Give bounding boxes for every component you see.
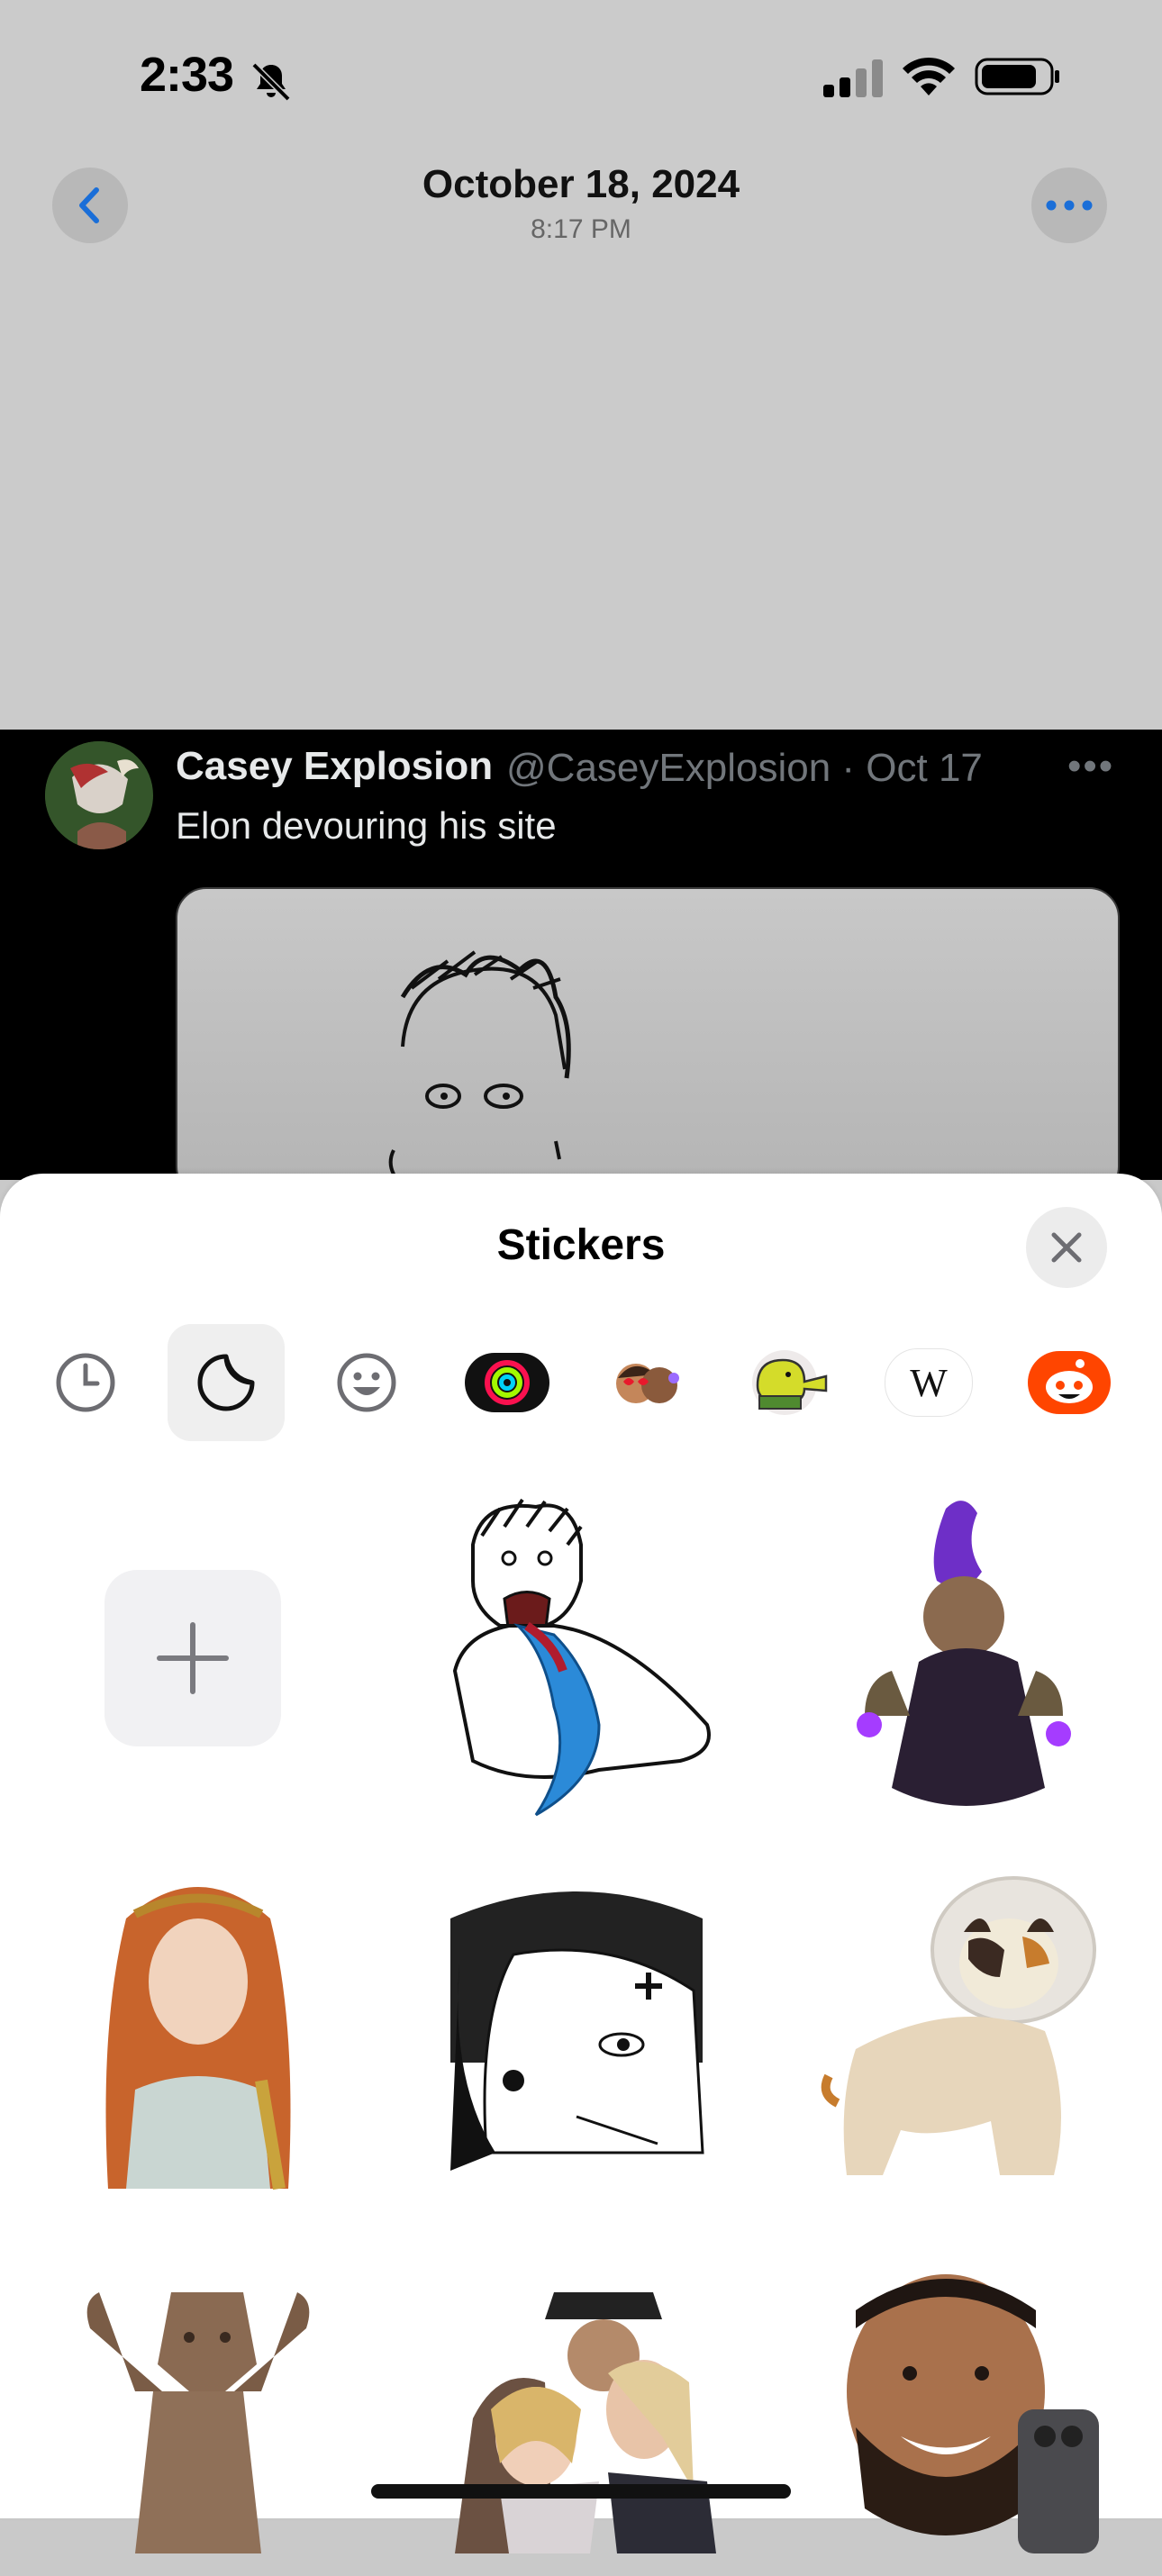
tweet-media-image bbox=[176, 887, 1120, 1197]
reddit-icon bbox=[1028, 1351, 1111, 1414]
ellipsis-icon bbox=[1046, 200, 1093, 211]
plus-icon bbox=[157, 1622, 229, 1694]
photo-date-title: October 18, 2024 bbox=[422, 162, 740, 206]
warlock-gnome-sticker[interactable] bbox=[793, 1486, 1135, 1828]
cone-cat-image bbox=[821, 1876, 1096, 2175]
battery-icon bbox=[975, 58, 1059, 95]
clay-figure-image bbox=[86, 2292, 310, 2553]
tab-doodle-jump[interactable] bbox=[730, 1324, 847, 1441]
tweet-more-icon: ••• bbox=[1067, 744, 1115, 788]
tweet-text: Elon devouring his site bbox=[176, 804, 557, 847]
clay-figure-sticker[interactable] bbox=[27, 2234, 369, 2576]
redhead-portrait-image bbox=[105, 1887, 291, 2191]
selfie-man-image bbox=[847, 2274, 1099, 2553]
tweet-author-name: Casey Explosion bbox=[176, 744, 494, 788]
tweet-handle-date: @CaseyExplosion · Oct 17 bbox=[506, 746, 983, 790]
tab-memoji[interactable] bbox=[589, 1324, 706, 1441]
recents-icon bbox=[56, 1353, 115, 1412]
sketch-face-image bbox=[388, 950, 571, 1188]
sheet-title: Stickers bbox=[496, 1221, 666, 1269]
sticker-category-tabs: W bbox=[0, 1324, 1162, 1441]
group-photo-image bbox=[455, 2292, 716, 2553]
tab-wikipedia[interactable]: W bbox=[870, 1324, 987, 1441]
wifi-icon bbox=[903, 57, 955, 95]
activity-rings-icon bbox=[465, 1353, 549, 1412]
silent-mode-icon bbox=[251, 62, 291, 102]
wikipedia-letter: W bbox=[910, 1360, 948, 1405]
tab-reddit[interactable] bbox=[1011, 1324, 1128, 1441]
warlock-gnome-image bbox=[857, 1501, 1071, 1806]
close-button[interactable] bbox=[1026, 1207, 1107, 1288]
tab-emoji[interactable] bbox=[308, 1324, 425, 1441]
elon-sketch-sticker[interactable] bbox=[410, 1486, 752, 1828]
wikipedia-icon: W bbox=[885, 1348, 973, 1417]
manga-character-image bbox=[450, 1891, 704, 2171]
group-photo-sticker[interactable] bbox=[410, 2234, 752, 2576]
close-icon bbox=[1051, 1232, 1082, 1263]
cellular-signal-icon bbox=[823, 59, 883, 97]
tab-stickers[interactable] bbox=[168, 1324, 285, 1441]
memoji-icon bbox=[616, 1364, 679, 1403]
avatar-image bbox=[45, 741, 153, 849]
elon-sketch-image bbox=[452, 1498, 711, 1817]
photo-time-subtitle: 8:17 PM bbox=[531, 214, 631, 244]
selfie-man-sticker[interactable] bbox=[793, 2234, 1135, 2576]
add-sticker-button[interactable] bbox=[104, 1570, 281, 1746]
manga-character-sticker[interactable] bbox=[410, 1860, 752, 2202]
tab-recents[interactable] bbox=[27, 1324, 144, 1441]
status-bar: 2:33 bbox=[0, 0, 1162, 153]
tweet-avatar bbox=[45, 741, 153, 849]
emoji-icon bbox=[337, 1353, 396, 1412]
stickers-icon bbox=[197, 1354, 255, 1411]
redhead-portrait-sticker[interactable] bbox=[27, 1860, 369, 2202]
cone-cat-sticker[interactable] bbox=[793, 1860, 1135, 2202]
tab-activity[interactable] bbox=[449, 1324, 566, 1441]
doodle-jump-icon bbox=[752, 1350, 828, 1415]
home-indicator[interactable] bbox=[371, 2484, 791, 2499]
status-time: 2:33 bbox=[140, 48, 234, 102]
more-options-button[interactable] bbox=[1031, 168, 1107, 243]
